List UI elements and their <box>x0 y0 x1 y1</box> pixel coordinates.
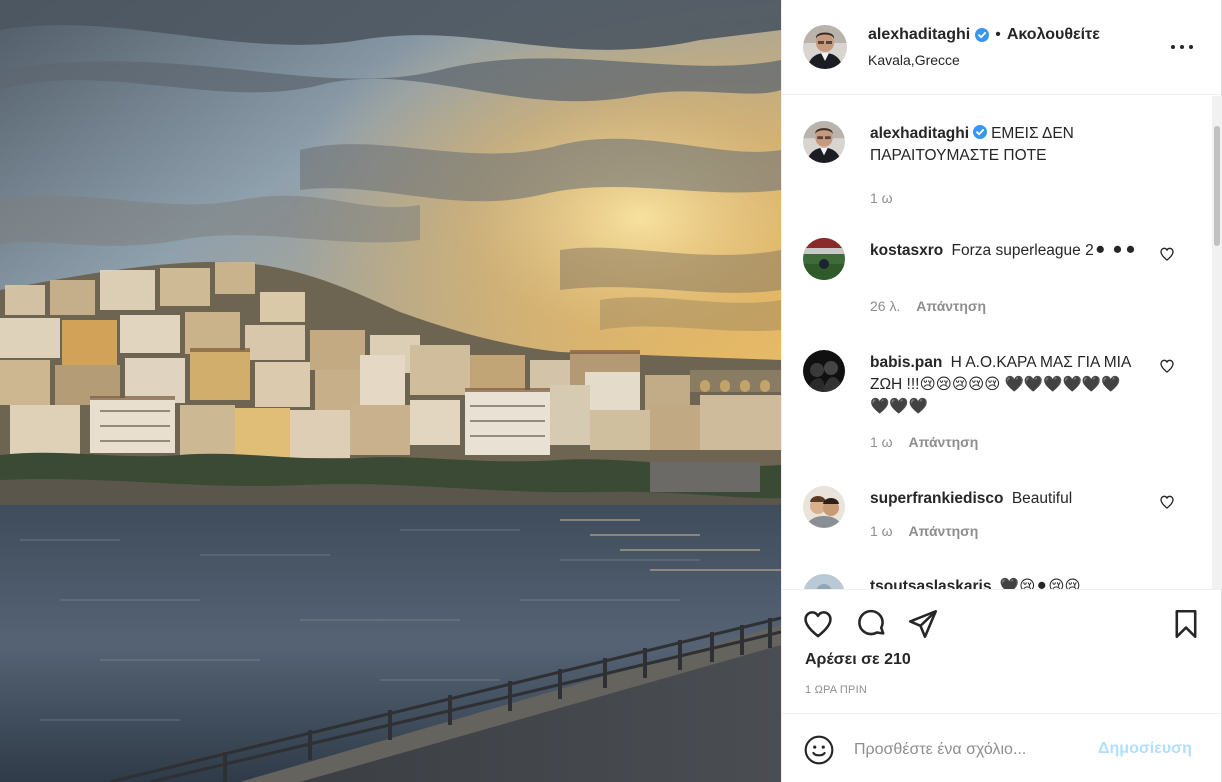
comment-body: kostasxro Forza superleague 2⚫ ⚫⚫ <box>870 240 1138 262</box>
post-location[interactable]: Kavala,Grecce <box>868 52 960 68</box>
author-avatar[interactable] <box>803 25 847 69</box>
comment-body: babis.pan Η Α.Ο.ΚΑΡΑ ΜΑΣ ΓΙΑ ΜΙΑ ΖΩΗ !!!… <box>870 352 1138 418</box>
emoji-icon[interactable] <box>803 734 835 766</box>
comments-scrollbar[interactable] <box>1212 96 1222 589</box>
likes-count[interactable]: Αρέσει σε 210 <box>805 651 911 669</box>
commenter-avatar[interactable] <box>803 574 845 589</box>
comment-username[interactable]: superfrankiedisco <box>870 490 1004 507</box>
reply-button[interactable]: Απάντηση <box>909 523 979 539</box>
save-icon[interactable] <box>1169 607 1203 641</box>
comment-text: 🖤😢⚫😢😢 <box>999 578 1081 589</box>
comment-meta: 26 λ. Απάντηση <box>870 298 998 314</box>
comments-list[interactable]: alexhaditaghi ΕΜΕΙΣ ΔΕΝ ΠΑΡΑΙΤΟΥΜΑΣΤΕ ΠΟΤ… <box>782 96 1212 589</box>
caption-time: 1 ω <box>870 190 893 206</box>
comment-username[interactable]: tsoutsaslaskaris <box>870 578 992 589</box>
like-comment-icon[interactable] <box>1159 246 1175 262</box>
commenter-avatar[interactable] <box>803 486 845 528</box>
comment-time: 1 ω <box>870 523 893 539</box>
post-comment-button[interactable]: Δημοσίευση <box>1098 740 1192 758</box>
comment-meta: 1 ω Απάντηση <box>870 523 990 539</box>
comment-text: Forza superleague 2⚫ ⚫⚫ <box>951 242 1137 259</box>
author-username[interactable]: alexhaditaghi <box>868 26 970 44</box>
commenter-avatar[interactable] <box>803 350 845 392</box>
commenter-avatar[interactable] <box>803 238 845 280</box>
caption-username[interactable]: alexhaditaghi <box>870 125 969 142</box>
reply-button[interactable]: Απάντηση <box>909 434 979 450</box>
post-side-panel: alexhaditaghi • Ακολουθείτε Kavala,Grecc… <box>781 0 1222 782</box>
like-icon[interactable] <box>801 607 835 641</box>
verified-badge-icon <box>973 125 988 139</box>
header-separator: • <box>995 26 1001 43</box>
comment-username[interactable]: kostasxro <box>870 242 943 259</box>
comment-time: 1 ω <box>870 434 893 450</box>
caption-body: alexhaditaghi ΕΜΕΙΣ ΔΕΝ ΠΑΡΑΙΤΟΥΜΑΣΤΕ ΠΟΤ… <box>870 123 1138 167</box>
verified-badge-icon <box>975 28 990 42</box>
comment-body: tsoutsaslaskaris 🖤😢⚫😢😢 <box>870 576 1138 589</box>
scrollbar-thumb[interactable] <box>1214 126 1220 246</box>
add-comment-bar: Δημοσίευση <box>782 713 1221 782</box>
comment-input[interactable] <box>854 737 1094 763</box>
more-options-icon[interactable] <box>1171 36 1193 58</box>
comment-text: Beautiful <box>1011 490 1073 507</box>
comment-icon[interactable] <box>854 607 888 641</box>
like-comment-icon[interactable] <box>1159 494 1175 510</box>
caption-avatar[interactable] <box>803 121 845 163</box>
post-header: alexhaditaghi • Ακολουθείτε Kavala,Grecc… <box>782 0 1221 95</box>
comment-username[interactable]: babis.pan <box>870 354 942 371</box>
like-comment-icon[interactable] <box>1159 358 1175 374</box>
comment-meta: 1 ω Απάντηση <box>870 434 990 450</box>
post-time[interactable]: 1 ΩΡΑ ΠΡΙΝ <box>805 684 867 696</box>
post-photo-image <box>0 0 781 782</box>
comment-time: 26 λ. <box>870 298 901 314</box>
post-photo[interactable] <box>0 0 781 782</box>
reply-button[interactable]: Απάντηση <box>916 298 986 314</box>
post-actions: Αρέσει σε 210 1 ΩΡΑ ΠΡΙΝ <box>782 589 1221 713</box>
share-icon[interactable] <box>906 607 940 641</box>
header-user-line: alexhaditaghi • Ακολουθείτε <box>868 26 1100 44</box>
caption-meta: 1 ω <box>870 190 905 206</box>
comment-body: superfrankiedisco Beautiful <box>870 488 1138 510</box>
following-button[interactable]: Ακολουθείτε <box>1007 26 1100 44</box>
